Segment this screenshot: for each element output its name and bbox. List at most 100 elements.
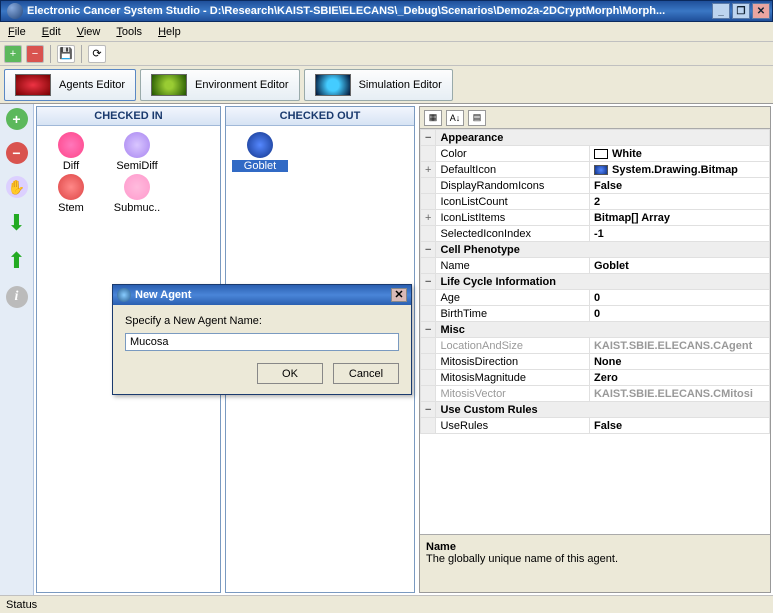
category-name: Misc: [436, 322, 770, 338]
property-value[interactable]: System.Drawing.Bitmap: [589, 162, 769, 178]
add-button[interactable]: +: [6, 108, 28, 130]
property-key[interactable]: MitosisVector: [436, 386, 590, 402]
menu-tools[interactable]: Tools: [116, 26, 142, 38]
agent-icon: [58, 174, 84, 200]
property-key[interactable]: Color: [436, 146, 590, 162]
expand-icon[interactable]: −: [421, 242, 436, 258]
alphabetical-icon[interactable]: A↓: [446, 110, 464, 126]
expand-icon[interactable]: [421, 194, 436, 210]
expand-icon[interactable]: +: [421, 210, 436, 226]
ok-button[interactable]: OK: [257, 363, 323, 384]
expand-icon[interactable]: −: [421, 322, 436, 338]
move-up-icon[interactable]: ⬆: [7, 248, 25, 274]
property-value[interactable]: 2: [589, 194, 769, 210]
agent-item[interactable]: Submuc..: [109, 174, 165, 214]
delete-icon[interactable]: −: [26, 45, 44, 63]
dialog-titlebar[interactable]: New Agent ✕: [113, 285, 411, 305]
expand-icon[interactable]: −: [421, 274, 436, 290]
tab-simulation-editor[interactable]: Simulation Editor: [304, 69, 453, 101]
agent-label: Submuc..: [109, 202, 165, 214]
expand-icon[interactable]: [421, 258, 436, 274]
expand-icon[interactable]: −: [421, 402, 436, 418]
menu-edit[interactable]: Edit: [42, 26, 61, 38]
agent-label: Diff: [43, 160, 99, 172]
property-key[interactable]: BirthTime: [436, 306, 590, 322]
agent-item[interactable]: SemiDiff: [109, 132, 165, 172]
property-description: Name The globally unique name of this ag…: [420, 534, 770, 592]
move-down-icon[interactable]: ⬇: [7, 210, 25, 236]
property-key[interactable]: SelectedIconIndex: [436, 226, 590, 242]
property-key[interactable]: UseRules: [436, 418, 590, 434]
expand-icon[interactable]: [421, 178, 436, 194]
agent-item[interactable]: Goblet: [232, 132, 288, 172]
checked-in-header: CHECKED IN: [37, 107, 220, 126]
categorized-icon[interactable]: ▦: [424, 110, 442, 126]
statusbar: Status: [0, 595, 773, 613]
expand-icon[interactable]: [421, 386, 436, 402]
expand-icon[interactable]: [421, 370, 436, 386]
property-pages-icon[interactable]: ▤: [468, 110, 486, 126]
app-icon: [7, 3, 23, 19]
agent-item[interactable]: Diff: [43, 132, 99, 172]
grab-button[interactable]: ✋: [6, 176, 28, 198]
property-value[interactable]: Zero: [589, 370, 769, 386]
property-value[interactable]: 0: [589, 306, 769, 322]
property-key[interactable]: IconListItems: [436, 210, 590, 226]
toolbar: + − 💾 ⟳: [0, 42, 773, 66]
property-key[interactable]: Name: [436, 258, 590, 274]
menubar: File Edit View Tools Help: [0, 22, 773, 42]
property-value[interactable]: Bitmap[] Array: [589, 210, 769, 226]
expand-icon[interactable]: −: [421, 130, 436, 146]
separator: [50, 45, 51, 63]
menu-file[interactable]: File: [8, 26, 26, 38]
expand-icon[interactable]: +: [421, 162, 436, 178]
expand-icon[interactable]: [421, 418, 436, 434]
agent-name-input[interactable]: [125, 333, 399, 351]
info-button[interactable]: i: [6, 286, 28, 308]
property-value[interactable]: -1: [589, 226, 769, 242]
property-value[interactable]: 0: [589, 290, 769, 306]
expand-icon[interactable]: [421, 338, 436, 354]
desc-body: The globally unique name of this agent.: [426, 553, 764, 565]
property-key[interactable]: DisplayRandomIcons: [436, 178, 590, 194]
property-grid[interactable]: −AppearanceColorWhite+DefaultIconSystem.…: [420, 129, 770, 534]
sidebar: + − ✋ ⬇ ⬆ i: [0, 104, 34, 595]
agents-icon: [15, 74, 51, 96]
menu-view[interactable]: View: [77, 26, 101, 38]
expand-icon[interactable]: [421, 290, 436, 306]
agent-label: Goblet: [232, 160, 288, 172]
expand-icon[interactable]: [421, 226, 436, 242]
property-key[interactable]: MitosisDirection: [436, 354, 590, 370]
menu-help[interactable]: Help: [158, 26, 181, 38]
expand-icon[interactable]: [421, 146, 436, 162]
property-value[interactable]: Goblet: [589, 258, 769, 274]
tab-label: Agents Editor: [59, 79, 125, 91]
expand-icon[interactable]: [421, 306, 436, 322]
tab-environment-editor[interactable]: Environment Editor: [140, 69, 300, 101]
property-value[interactable]: None: [589, 354, 769, 370]
restore-button[interactable]: ❐: [732, 3, 750, 19]
property-value[interactable]: White: [589, 146, 769, 162]
save-icon[interactable]: 💾: [57, 45, 75, 63]
property-key[interactable]: MitosisMagnitude: [436, 370, 590, 386]
property-value[interactable]: KAIST.SBIE.ELECANS.CMitosi: [589, 386, 769, 402]
property-value[interactable]: KAIST.SBIE.ELECANS.CAgent: [589, 338, 769, 354]
new-icon[interactable]: +: [4, 45, 22, 63]
separator: [81, 45, 82, 63]
expand-icon[interactable]: [421, 354, 436, 370]
property-key[interactable]: DefaultIcon: [436, 162, 590, 178]
agent-icon: [124, 132, 150, 158]
refresh-icon[interactable]: ⟳: [88, 45, 106, 63]
property-value[interactable]: False: [589, 418, 769, 434]
dialog-close-button[interactable]: ✕: [391, 288, 407, 302]
property-value[interactable]: False: [589, 178, 769, 194]
cancel-button[interactable]: Cancel: [333, 363, 399, 384]
tab-agents-editor[interactable]: Agents Editor: [4, 69, 136, 101]
property-key[interactable]: Age: [436, 290, 590, 306]
remove-button[interactable]: −: [6, 142, 28, 164]
close-button[interactable]: ✕: [752, 3, 770, 19]
property-key[interactable]: IconListCount: [436, 194, 590, 210]
property-key[interactable]: LocationAndSize: [436, 338, 590, 354]
agent-item[interactable]: Stem: [43, 174, 99, 214]
minimize-button[interactable]: _: [712, 3, 730, 19]
